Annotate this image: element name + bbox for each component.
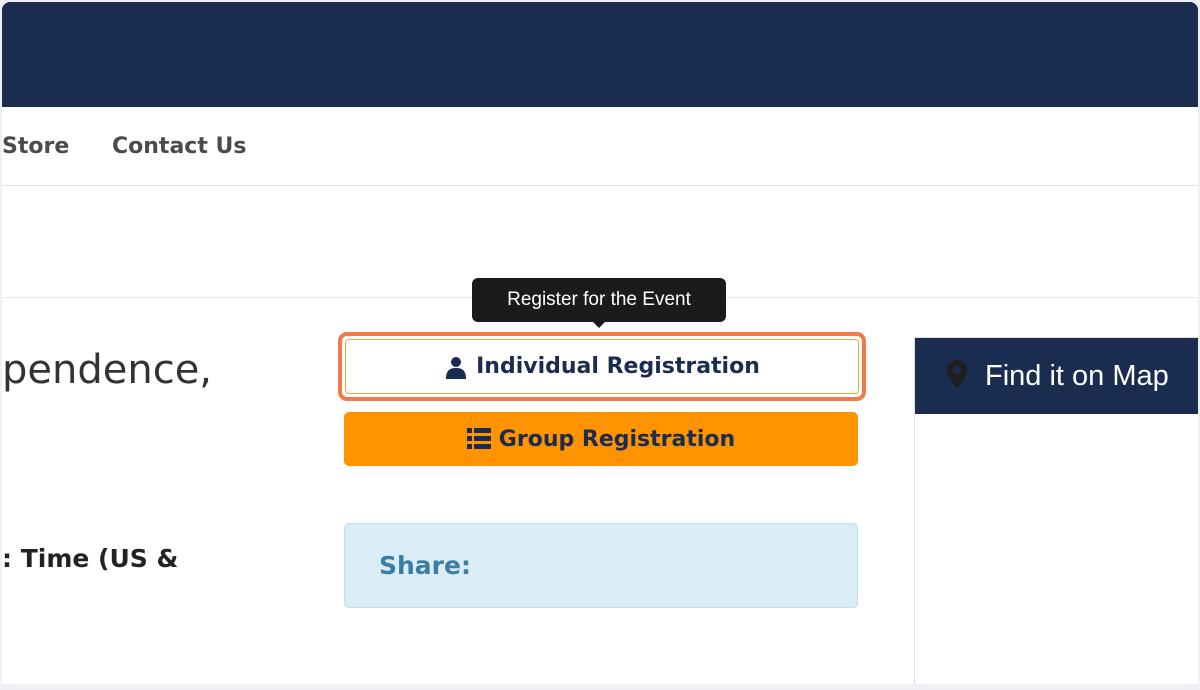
list-icon [466,428,491,450]
share-label: Share: [379,551,471,580]
group-registration-button[interactable]: Group Registration [344,412,858,466]
nav-item-contact-us[interactable]: Contact Us [112,134,246,159]
tooltip-arrow [593,322,605,328]
page-frame: Store Contact Us pendence, : Time (US & … [2,2,1198,684]
header-bar [2,2,1198,107]
map-panel: Find it on Map [914,337,1198,684]
user-icon [444,355,468,379]
group-registration-label: Group Registration [498,426,736,452]
map-title: Find it on Map [985,359,1169,392]
individual-registration-label: Individual Registration [476,354,760,379]
event-time: : Time (US & [2,544,179,573]
share-box: Share: [344,523,858,608]
main-nav: Store Contact Us [2,107,1198,186]
tooltip: Register for the Event [472,278,726,322]
map-header[interactable]: Find it on Map [915,338,1198,414]
map-marker-icon [947,359,967,393]
individual-registration-button[interactable]: Individual Registration [338,332,866,401]
event-title: pendence, [2,347,213,393]
nav-item-store[interactable]: Store [2,134,69,159]
